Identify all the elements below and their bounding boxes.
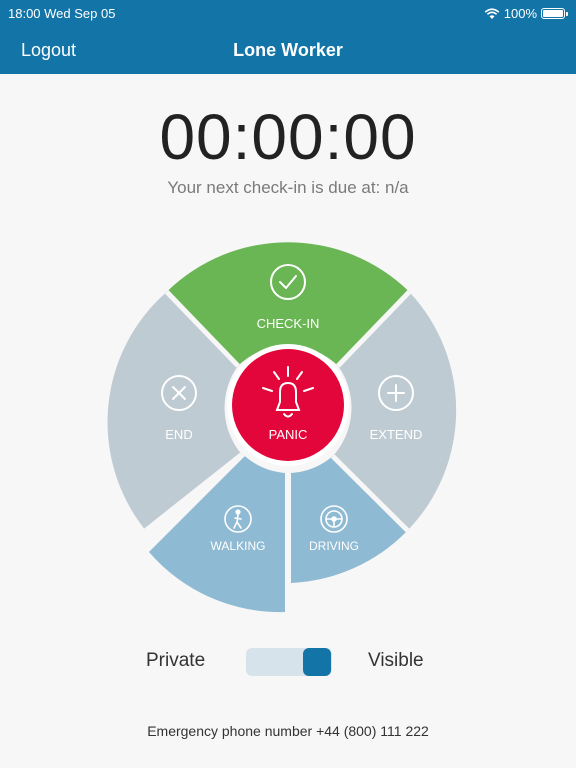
checkin-label: CHECK-IN [257, 316, 320, 331]
battery-percent: 100% [503, 6, 537, 21]
battery-tip [566, 11, 568, 16]
private-label: Private [146, 650, 206, 671]
countdown-timer: 00:00:00 [159, 101, 417, 173]
page-title: Lone Worker [233, 40, 343, 60]
toggle-knob[interactable] [303, 648, 331, 676]
status-right: 100% [484, 6, 568, 21]
battery-icon [541, 8, 565, 19]
status-time: 18:00 Wed Sep 05 [8, 6, 116, 21]
status-bar: 18:00 Wed Sep 05 100% [0, 0, 576, 26]
walking-label: WALKING [211, 539, 266, 553]
visibility-toggle-row: Private Visible [0, 640, 576, 680]
emergency-phone-text: Emergency phone number +44 (800) 111 222 [147, 723, 429, 739]
navigation-bar: Logout Lone Worker [0, 26, 576, 74]
next-checkin-text: Your next check-in is due at: n/a [167, 178, 409, 197]
driving-label: DRIVING [309, 539, 359, 553]
visible-label: Visible [368, 650, 424, 671]
end-label: END [165, 427, 192, 442]
panic-button[interactable] [232, 349, 344, 461]
extend-label: EXTEND [370, 427, 423, 442]
wifi-icon [484, 7, 500, 19]
panic-label: PANIC [269, 427, 308, 442]
action-wheel: PANIC CHECK-IN END EXTEND WALKING DRIVIN… [107, 242, 457, 615]
